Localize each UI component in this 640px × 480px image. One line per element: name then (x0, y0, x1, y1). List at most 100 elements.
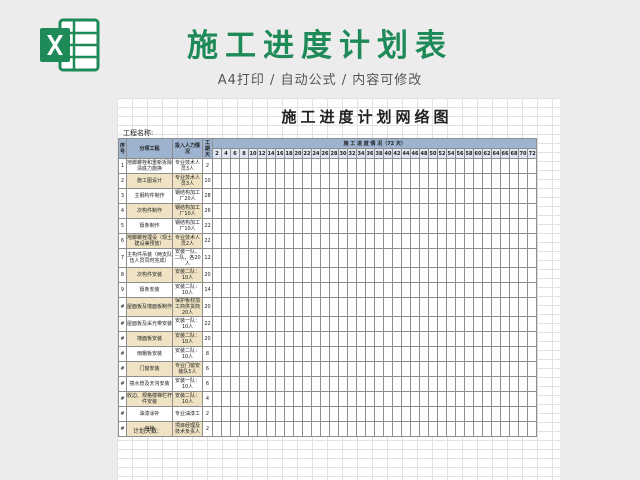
gantt-cell[interactable] (257, 297, 267, 317)
gantt-cell[interactable] (320, 203, 330, 219)
gantt-cell[interactable] (383, 188, 393, 204)
gantt-cell[interactable] (526, 376, 538, 392)
gantt-cell[interactable] (212, 173, 222, 189)
gantt-cell[interactable] (392, 158, 402, 174)
gantt-cell[interactable] (347, 361, 357, 377)
gantt-cell[interactable] (365, 346, 375, 362)
gantt-cell[interactable] (509, 158, 519, 174)
gantt-cell[interactable] (491, 233, 501, 249)
gantt-cell[interactable] (526, 346, 538, 362)
gantt-cell[interactable] (284, 218, 294, 234)
gantt-cell[interactable] (446, 316, 456, 332)
gantt-cell[interactable] (491, 188, 501, 204)
gantt-cell[interactable] (320, 316, 330, 332)
gantt-cell[interactable] (302, 267, 312, 283)
gantt-cell[interactable] (347, 233, 357, 249)
row-seq[interactable]: # (118, 331, 127, 347)
gantt-cell[interactable] (374, 406, 384, 422)
gantt-cell[interactable] (509, 267, 519, 283)
gantt-cell[interactable] (311, 248, 321, 268)
gantt-cell[interactable] (526, 406, 538, 422)
gantt-cell[interactable] (401, 421, 411, 437)
gantt-cell[interactable] (284, 248, 294, 268)
gantt-cell[interactable] (473, 173, 483, 189)
gantt-cell[interactable] (221, 361, 231, 377)
gantt-cell[interactable] (509, 203, 519, 219)
gantt-cell[interactable] (212, 391, 222, 407)
gantt-cell[interactable] (518, 267, 528, 283)
gantt-cell[interactable] (518, 421, 528, 437)
gantt-cell[interactable] (320, 391, 330, 407)
gantt-cell[interactable] (248, 391, 258, 407)
gantt-cell[interactable] (383, 346, 393, 362)
gantt-cell[interactable] (293, 297, 303, 317)
gantt-cell[interactable] (374, 173, 384, 189)
gantt-cell[interactable] (482, 331, 492, 347)
gantt-cell[interactable] (374, 158, 384, 174)
gantt-cell[interactable] (491, 331, 501, 347)
gantt-cell[interactable] (293, 346, 303, 362)
gantt-cell[interactable] (230, 406, 240, 422)
gantt-cell[interactable] (428, 218, 438, 234)
gantt-cell[interactable] (275, 421, 285, 437)
gantt-cell[interactable] (482, 203, 492, 219)
gantt-cell[interactable] (526, 331, 538, 347)
row-item[interactable]: 雨棚板安装 (126, 346, 173, 362)
gantt-cell[interactable] (446, 233, 456, 249)
row-days[interactable]: 20 (202, 297, 213, 317)
row-seq[interactable]: 5 (118, 218, 127, 234)
gantt-cell[interactable] (248, 248, 258, 268)
gantt-cell[interactable] (518, 158, 528, 174)
gantt-cell[interactable] (320, 282, 330, 298)
gantt-cell[interactable] (347, 346, 357, 362)
gantt-cell[interactable] (311, 233, 321, 249)
gantt-cell[interactable] (356, 188, 366, 204)
gantt-cell[interactable] (401, 297, 411, 317)
gantt-cell[interactable] (455, 391, 465, 407)
row-staff[interactable]: 安装一队：10人 (172, 316, 203, 332)
gantt-cell[interactable] (230, 391, 240, 407)
gantt-cell[interactable] (329, 248, 339, 268)
row-days[interactable]: 6 (202, 376, 213, 392)
gantt-cell[interactable] (293, 406, 303, 422)
gantt-cell[interactable] (212, 376, 222, 392)
gantt-cell[interactable] (446, 361, 456, 377)
gantt-cell[interactable] (248, 346, 258, 362)
row-days[interactable]: 20 (202, 267, 213, 283)
gantt-cell[interactable] (473, 218, 483, 234)
gantt-cell[interactable] (518, 391, 528, 407)
row-staff[interactable]: 安装一队、二队，各20人 (172, 248, 203, 268)
gantt-cell[interactable] (455, 267, 465, 283)
gantt-cell[interactable] (446, 297, 456, 317)
gantt-cell[interactable] (320, 173, 330, 189)
gantt-cell[interactable] (491, 361, 501, 377)
gantt-cell[interactable] (275, 218, 285, 234)
gantt-cell[interactable] (446, 421, 456, 437)
gantt-cell[interactable] (500, 346, 510, 362)
gantt-cell[interactable] (266, 421, 276, 437)
gantt-cell[interactable] (374, 421, 384, 437)
gantt-cell[interactable] (320, 158, 330, 174)
gantt-cell[interactable] (284, 233, 294, 249)
gantt-cell[interactable] (356, 316, 366, 332)
gantt-cell[interactable] (464, 267, 474, 283)
gantt-cell[interactable] (428, 158, 438, 174)
gantt-cell[interactable] (212, 218, 222, 234)
gantt-cell[interactable] (257, 391, 267, 407)
gantt-cell[interactable] (392, 331, 402, 347)
gantt-cell[interactable] (248, 421, 258, 437)
gantt-cell[interactable] (302, 361, 312, 377)
gantt-cell[interactable] (410, 316, 420, 332)
row-days[interactable]: 6 (202, 361, 213, 377)
row-staff[interactable]: 安装二队：10人 (172, 346, 203, 362)
gantt-cell[interactable] (526, 203, 538, 219)
gantt-cell[interactable] (446, 376, 456, 392)
gantt-cell[interactable] (221, 421, 231, 437)
gantt-cell[interactable] (473, 346, 483, 362)
gantt-cell[interactable] (518, 282, 528, 298)
row-seq[interactable]: 9 (118, 282, 127, 298)
gantt-cell[interactable] (526, 188, 538, 204)
gantt-cell[interactable] (482, 267, 492, 283)
gantt-cell[interactable] (383, 233, 393, 249)
gantt-cell[interactable] (284, 331, 294, 347)
